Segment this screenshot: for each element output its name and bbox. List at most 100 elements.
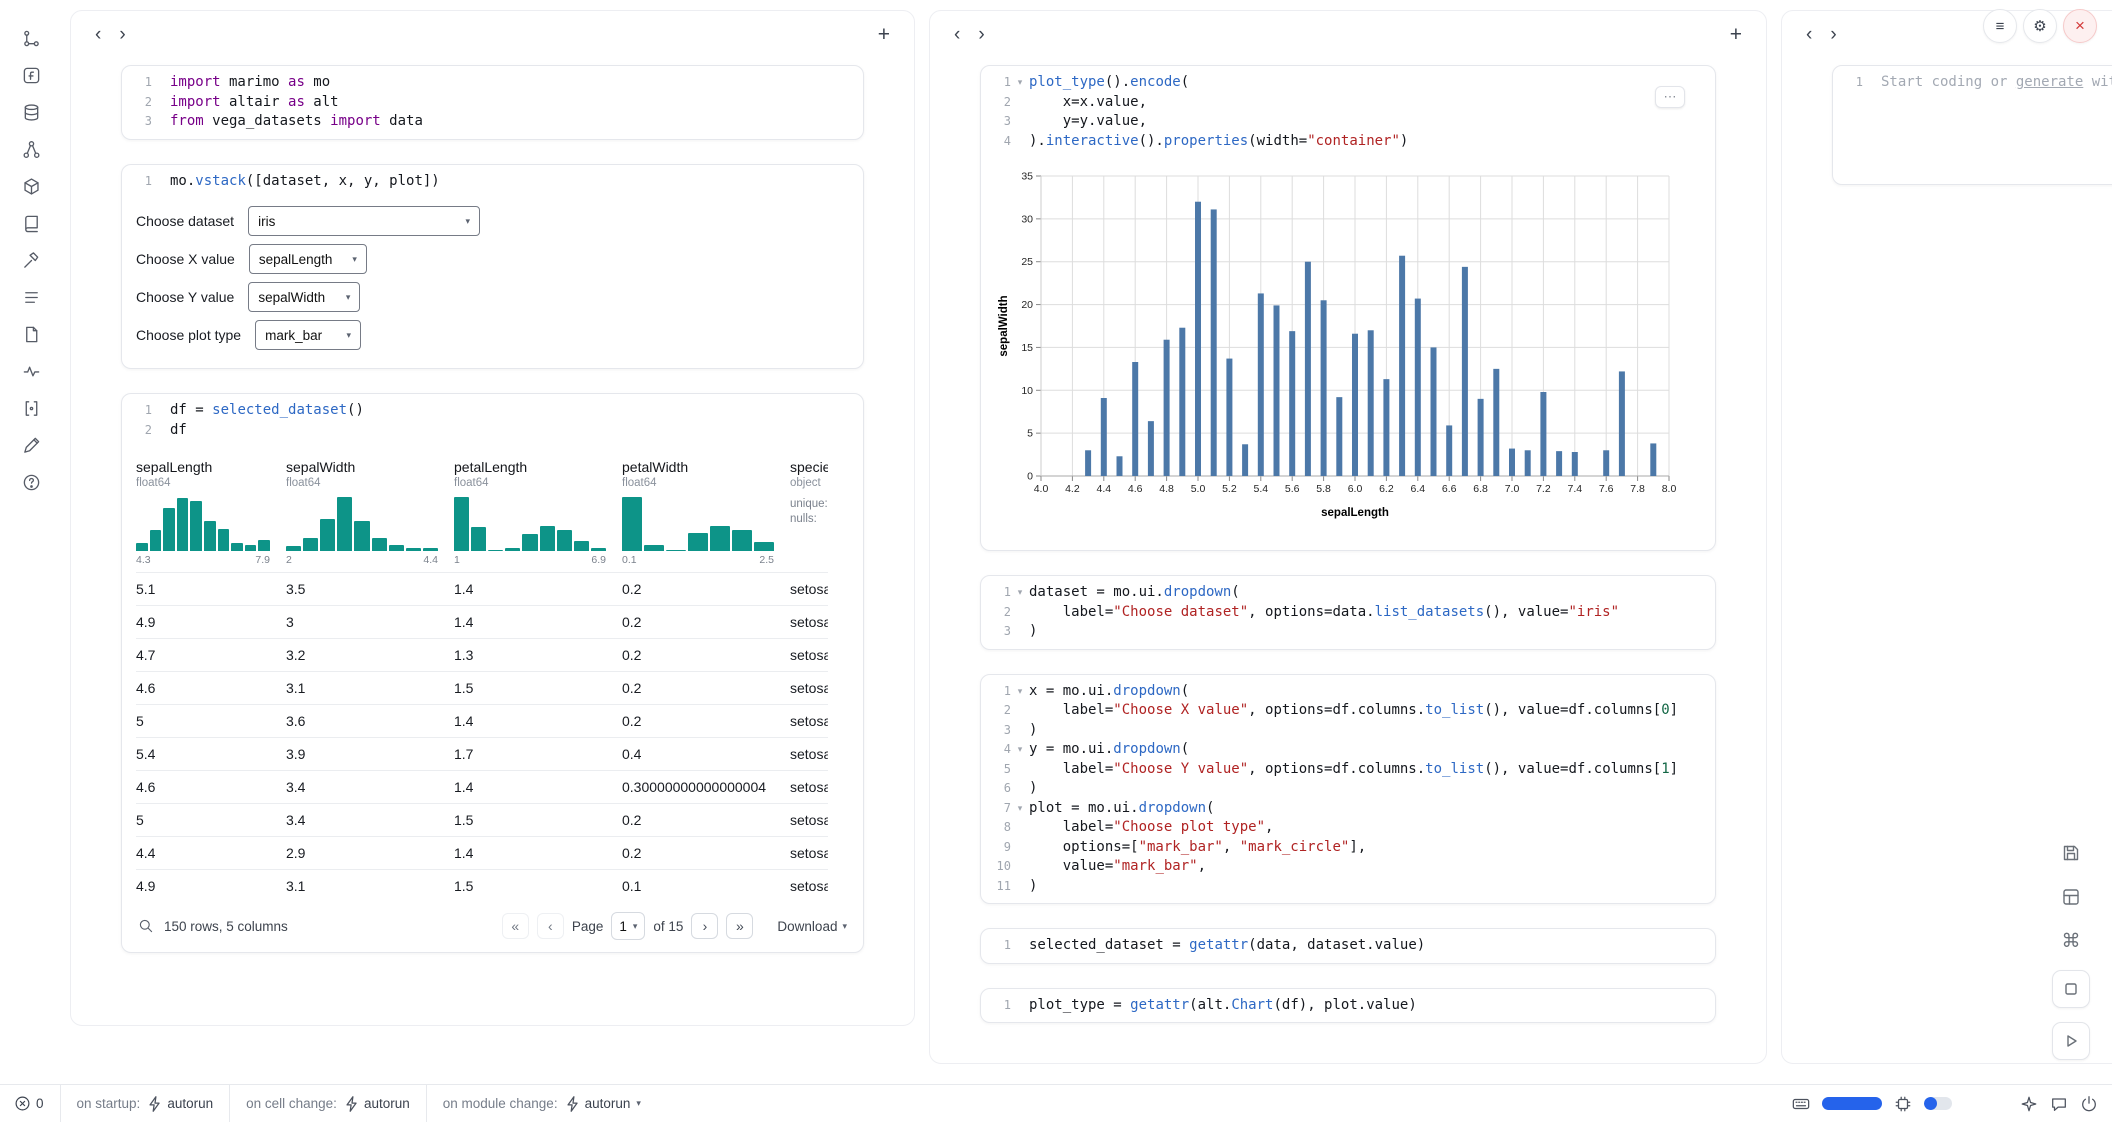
notebook-cell[interactable]: 1▾import marimo as mo2▾import altair as … xyxy=(121,65,864,140)
table-column-header[interactable]: species xyxy=(790,451,828,475)
code-editor[interactable]: 1▾selected_dataset = getattr(data, datas… xyxy=(981,929,1715,963)
dropdown[interactable]: iris▾ xyxy=(248,206,480,236)
chevron-down-icon: ▾ xyxy=(842,921,847,932)
shutdown-button[interactable]: × xyxy=(2063,9,2097,43)
run-all-button[interactable] xyxy=(2052,1022,2090,1060)
altair-chart[interactable]: 4.04.24.44.64.85.05.25.45.65.86.06.26.46… xyxy=(981,158,1715,550)
outline-icon[interactable] xyxy=(19,285,43,309)
code-editor[interactable]: 1▾plot_type().encode(2▾ x=x.value,3▾ y=y… xyxy=(981,66,1715,158)
snippets-icon[interactable] xyxy=(19,322,43,346)
scratchpad-icon[interactable] xyxy=(19,433,43,457)
chart-actions-button[interactable]: ⋯ xyxy=(1655,86,1685,108)
table-row[interactable]: 4.63.41.40.30000000000000004setosa xyxy=(136,770,828,803)
keyboard-icon[interactable] xyxy=(1792,1095,1810,1113)
fold-arrow-icon[interactable]: ▾ xyxy=(1011,799,1029,819)
ai-sparkle-icon[interactable] xyxy=(2020,1095,2038,1113)
code-editor[interactable]: 1▾df = selected_dataset()2▾df xyxy=(122,394,863,447)
shutdown-icon[interactable] xyxy=(2080,1095,2098,1113)
documentation-icon[interactable] xyxy=(19,211,43,235)
dropdown[interactable]: mark_bar▾ xyxy=(255,320,361,350)
download-button[interactable]: Download▾ xyxy=(777,919,847,934)
fold-arrow-icon[interactable]: ▾ xyxy=(1011,73,1029,93)
runtime-config-item[interactable]: on startup:autorun xyxy=(77,1095,214,1113)
dropdown[interactable]: sepalWidth▾ xyxy=(248,282,360,312)
help-icon[interactable] xyxy=(19,470,43,494)
table-column-header[interactable]: petalLength xyxy=(454,451,622,475)
fold-arrow-icon[interactable]: ▾ xyxy=(1011,583,1029,603)
code-editor[interactable]: 1▾x = mo.ui.dropdown(2▾ label="Choose X … xyxy=(981,675,1715,904)
code-editor[interactable]: 1▾import marimo as mo2▾import altair as … xyxy=(122,66,863,139)
line-number: 3 xyxy=(987,721,1011,741)
notebook-cell[interactable]: 1▾selected_dataset = getattr(data, datas… xyxy=(980,928,1716,964)
code-token: from xyxy=(170,113,204,129)
first-page-button[interactable]: « xyxy=(502,913,529,939)
column-scroll-left-button[interactable]: ‹ xyxy=(954,25,960,44)
fold-arrow-icon[interactable]: ▾ xyxy=(1011,740,1029,760)
table-row[interactable]: 4.42.91.40.2setosa xyxy=(136,836,828,869)
column-scroll-right-button[interactable]: › xyxy=(119,25,125,44)
code-token: "Choose Y value" xyxy=(1113,761,1248,777)
notebook-cell[interactable]: 1▾Start coding or generate with AI xyxy=(1832,65,2112,185)
table-column-header[interactable]: sepalWidth xyxy=(286,451,454,475)
packages-icon[interactable] xyxy=(19,174,43,198)
column-scroll-left-button[interactable]: ‹ xyxy=(95,25,101,44)
notebook-cell[interactable]: 1▾x = mo.ui.dropdown(2▾ label="Choose X … xyxy=(980,674,1716,905)
settings-button[interactable]: ⚙ xyxy=(2023,9,2057,43)
dropdown[interactable]: sepalLength▾ xyxy=(249,244,367,274)
column-histogram[interactable] xyxy=(286,497,438,551)
add-cell-button[interactable]: + xyxy=(1730,24,1742,45)
next-page-button[interactable]: › xyxy=(691,913,718,939)
datasources-icon[interactable] xyxy=(19,100,43,124)
code-editor[interactable]: 1▾mo.vstack([dataset, x, y, plot]) xyxy=(122,165,863,199)
code-editor[interactable]: 1▾plot_type = getattr(alt.Chart(df), plo… xyxy=(981,989,1715,1023)
table-row[interactable]: 4.93.11.50.1setosa xyxy=(136,869,828,902)
notebook-menu-button[interactable]: ≡ xyxy=(1983,9,2017,43)
notebook-cell[interactable]: 1▾mo.vstack([dataset, x, y, plot])Choose… xyxy=(121,164,864,370)
chevron-down-icon: ▾ xyxy=(347,330,352,341)
svg-text:5: 5 xyxy=(1027,428,1033,440)
column-histogram[interactable] xyxy=(136,497,270,551)
column-scroll-right-button[interactable]: › xyxy=(978,25,984,44)
page-select[interactable]: 1▾ xyxy=(611,912,645,940)
table-row[interactable]: 4.931.40.2setosa xyxy=(136,605,828,638)
add-cell-button[interactable]: + xyxy=(878,24,890,45)
table-column-header[interactable]: petalWidth xyxy=(622,451,790,475)
fold-arrow-icon[interactable]: ▾ xyxy=(1011,682,1029,702)
table-search-icon[interactable] xyxy=(138,918,154,934)
column-histogram[interactable] xyxy=(454,497,606,551)
column-histogram[interactable] xyxy=(622,497,774,551)
file-explorer-icon[interactable] xyxy=(19,26,43,50)
save-button[interactable] xyxy=(2056,838,2086,868)
feedback-icon[interactable] xyxy=(2050,1095,2068,1113)
column-scroll-left-button[interactable]: ‹ xyxy=(1806,25,1812,44)
table-row[interactable]: 5.13.51.40.2setosa xyxy=(136,572,828,605)
generate-with-ai-link[interactable]: generate xyxy=(2016,74,2083,90)
tools-icon[interactable] xyxy=(19,248,43,272)
stop-kernel-button[interactable] xyxy=(2052,970,2090,1008)
table-row[interactable]: 53.41.50.2setosa xyxy=(136,803,828,836)
table-cell: setosa xyxy=(790,639,828,671)
code-editor[interactable]: 1▾dataset = mo.ui.dropdown(2▾ label="Cho… xyxy=(981,576,1715,649)
table-row[interactable]: 4.63.11.50.2setosa xyxy=(136,671,828,704)
table-row[interactable]: 53.61.40.2setosa xyxy=(136,704,828,737)
notebook-cell[interactable]: 1▾dataset = mo.ui.dropdown(2▾ label="Cho… xyxy=(980,575,1716,650)
table-row[interactable]: 4.73.21.30.2setosa xyxy=(136,638,828,671)
table-column-header[interactable]: sepalLength xyxy=(136,451,286,475)
last-page-button[interactable]: » xyxy=(726,913,753,939)
keyboard-shortcuts-button[interactable]: ⌘ xyxy=(2056,926,2086,956)
notebook-cell[interactable]: 1▾df = selected_dataset()2▾df sepalLength… xyxy=(121,393,864,953)
errors-indicator[interactable]: 0 xyxy=(14,1095,44,1112)
variables-icon[interactable] xyxy=(19,396,43,420)
tracing-icon[interactable] xyxy=(19,359,43,383)
column-scroll-right-button[interactable]: › xyxy=(1830,25,1836,44)
runtime-config-item[interactable]: on module change:autorun▾ xyxy=(443,1095,641,1113)
runtime-config-item[interactable]: on cell change:autorun xyxy=(246,1095,410,1113)
notebook-cell[interactable]: 1▾plot_type = getattr(alt.Chart(df), plo… xyxy=(980,988,1716,1024)
functions-icon[interactable] xyxy=(19,63,43,87)
notebook-cell[interactable]: 1▾plot_type().encode(2▾ x=x.value,3▾ y=y… xyxy=(980,65,1716,551)
dependencies-icon[interactable] xyxy=(19,137,43,161)
layout-select-button[interactable] xyxy=(2056,882,2086,912)
table-row[interactable]: 5.43.91.70.4setosa xyxy=(136,737,828,770)
prev-page-button[interactable]: ‹ xyxy=(537,913,564,939)
table-cell: 3.1 xyxy=(286,672,454,704)
